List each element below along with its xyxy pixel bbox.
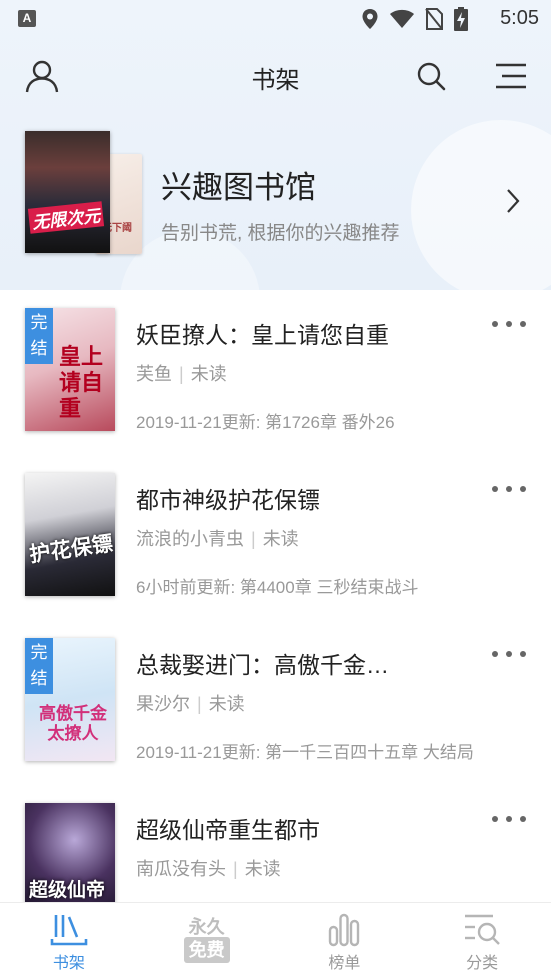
more-options-button[interactable] [492,809,526,829]
banner-title: 兴趣图书馆 [161,170,316,205]
meta-separator: | [179,364,184,384]
nav-free[interactable]: 永久 免费 [138,903,276,979]
wifi-icon [390,9,414,28]
app-header: 书架 [0,48,551,104]
more-options-button[interactable] [492,644,526,664]
interest-library-banner[interactable]: 无下阈 无限次元 兴趣图书馆 告别书荒, 根据你的兴趣推荐 [0,126,551,266]
free-badge-icon: 永久 免费 [183,913,230,965]
status-bar: A 5:05 [0,0,551,38]
more-options-button[interactable] [492,479,526,499]
read-status: 未读 [190,364,227,384]
banner-book-cover: 无限次元 [25,131,110,253]
book-author: 芙鱼 [136,364,172,384]
battery-charging-icon [454,7,468,31]
book-item[interactable]: 完结 皇上 请自重 妖臣撩人：皇上请您自重 芙鱼 | 未读 2019-11-21更新… [0,308,551,473]
cover-text: 超级仙帝 [29,880,106,901]
ranking-chart-icon [329,913,360,947]
no-sim-icon [425,8,443,30]
book-title: 妖臣撩人：皇上请您自重 [136,322,389,348]
more-options-button[interactable] [492,314,526,334]
list-menu-icon [496,63,526,89]
status-icons [361,7,469,31]
book-meta: 南瓜没有头 | 未读 [136,855,281,881]
badge-top-text: 永久 [188,917,225,937]
cover-text: 护花保镖 [28,532,115,567]
book-item[interactable]: 护花保镖 都市神级护花保镖 流浪的小青虫 | 未读 6小时前更新: 第4400章 三… [0,473,551,638]
nav-label: 榜单 [328,955,361,972]
book-update: 6小时前更新: 第4400章 三秒结束战斗 [136,578,419,597]
bottom-navigation: 书架 永久 免费 榜单 分类 [0,902,551,979]
read-status: 未读 [244,859,281,879]
book-cover: 护花保镖 [25,473,115,596]
meta-separator: | [197,694,202,714]
page-title: 书架 [251,67,300,94]
chevron-right-icon [507,189,520,213]
badge-bottom-text: 免费 [183,937,230,963]
nav-category[interactable]: 分类 [413,903,551,979]
book-item[interactable]: 完结 高傲千金 太撩人 总裁娶进门：高傲千金… 果沙尔 | 未读 2019-11-2… [0,638,551,803]
search-icon [417,62,446,91]
book-title: 都市神级护花保镖 [136,487,320,513]
completed-tag: 完结 [25,638,53,694]
nav-ranking[interactable]: 榜单 [276,903,414,979]
cover-logo: 无限次元 [27,201,105,234]
book-update: 2019-11-21更新: 第1726章 番外26 [136,413,395,432]
cover-text: 高傲千金 太撩人 [39,704,107,743]
app-notification-icon: A [18,10,36,27]
meta-separator: | [251,529,256,549]
nav-bookshelf[interactable]: 书架 [0,903,138,979]
book-title: 总裁娶进门：高傲千金… [136,652,389,678]
book-meta: 流浪的小青虫 | 未读 [136,525,299,551]
book-author: 果沙尔 [136,694,190,714]
book-author: 南瓜没有头 [136,859,226,879]
nav-label: 分类 [466,955,499,972]
book-update: 2019-11-21更新: 第一千三百四十五章 大结局 [136,743,474,762]
book-cover: 完结 高傲千金 太撩人 [25,638,115,761]
clock: 5:05 [500,7,539,29]
bookshelf-icon [50,915,88,946]
book-meta: 芙鱼 | 未读 [136,360,227,386]
nav-label: 书架 [52,955,85,972]
location-icon [362,9,378,29]
banner-description: 告别书荒, 根据你的兴趣推荐 [161,223,400,244]
meta-separator: | [233,859,238,879]
menu-button[interactable] [493,58,529,94]
book-cover: 完结 皇上 请自重 [25,308,115,431]
completed-tag: 完结 [25,308,53,364]
book-title: 超级仙帝重生都市 [136,817,320,843]
cover-text: 皇上 请自重 [59,344,104,421]
book-meta: 果沙尔 | 未读 [136,690,245,716]
read-status: 未读 [208,694,245,714]
category-search-icon [465,914,500,945]
read-status: 未读 [262,529,299,549]
search-button[interactable] [413,58,449,94]
book-author: 流浪的小青虫 [136,529,244,549]
